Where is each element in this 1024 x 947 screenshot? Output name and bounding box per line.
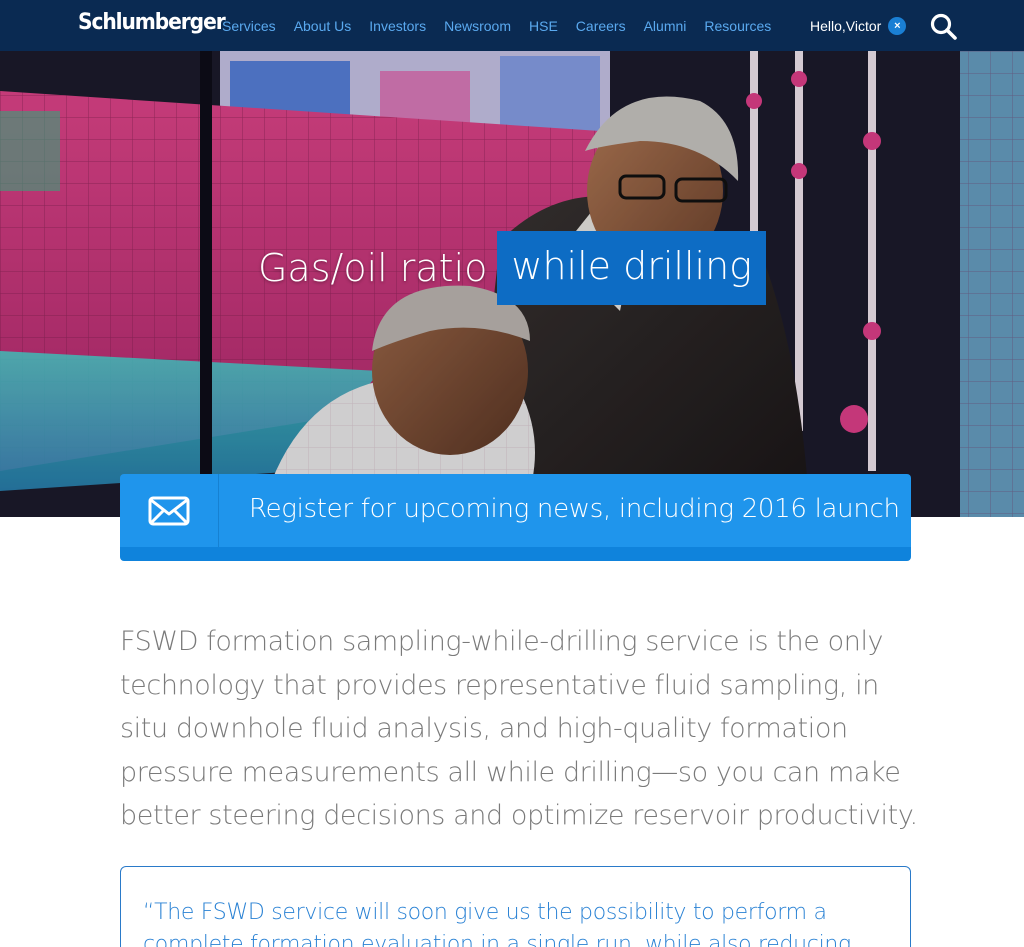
top-nav: Schlumberger Services About Us Investors… <box>0 0 1024 51</box>
nav-link-resources[interactable]: Resources <box>704 18 771 34</box>
nav-link-services[interactable]: Services <box>222 18 276 34</box>
hero-title: Gas/oil ratio while drilling <box>0 231 1024 305</box>
search-icon[interactable] <box>929 12 959 40</box>
logout-close-icon[interactable]: × <box>888 17 907 35</box>
nav-link-investors[interactable]: Investors <box>369 18 426 34</box>
hero-title-highlight: while drilling <box>497 231 766 305</box>
customer-quote-box: “The FSWD service will soon give us the … <box>120 866 911 947</box>
greeting-text[interactable]: Hello,Victor <box>810 18 881 34</box>
user-greeting: Hello,Victor × <box>810 17 907 35</box>
register-news-button[interactable]: Register for upcoming news, including 20… <box>120 474 911 561</box>
nav-link-hse[interactable]: HSE <box>529 18 558 34</box>
quote-text: “The FSWD service will soon give us the … <box>143 900 851 947</box>
nav-link-alumni[interactable]: Alumni <box>644 18 687 34</box>
hero-title-part1: Gas/oil ratio <box>257 246 488 290</box>
nav-link-about-us[interactable]: About Us <box>294 18 352 34</box>
nav-link-newsroom[interactable]: Newsroom <box>444 18 511 34</box>
brand-logo[interactable]: Schlumberger <box>78 10 226 35</box>
intro-paragraph: FSWD formation sampling-while-drilling s… <box>120 626 918 832</box>
hero-banner: Gas/oil ratio while drilling <box>0 51 1024 517</box>
nav-menu: Services About Us Investors Newsroom HSE… <box>222 0 789 51</box>
register-text: Register for upcoming news, including 20… <box>249 494 900 524</box>
envelope-icon <box>120 474 219 547</box>
nav-link-careers[interactable]: Careers <box>576 18 626 34</box>
